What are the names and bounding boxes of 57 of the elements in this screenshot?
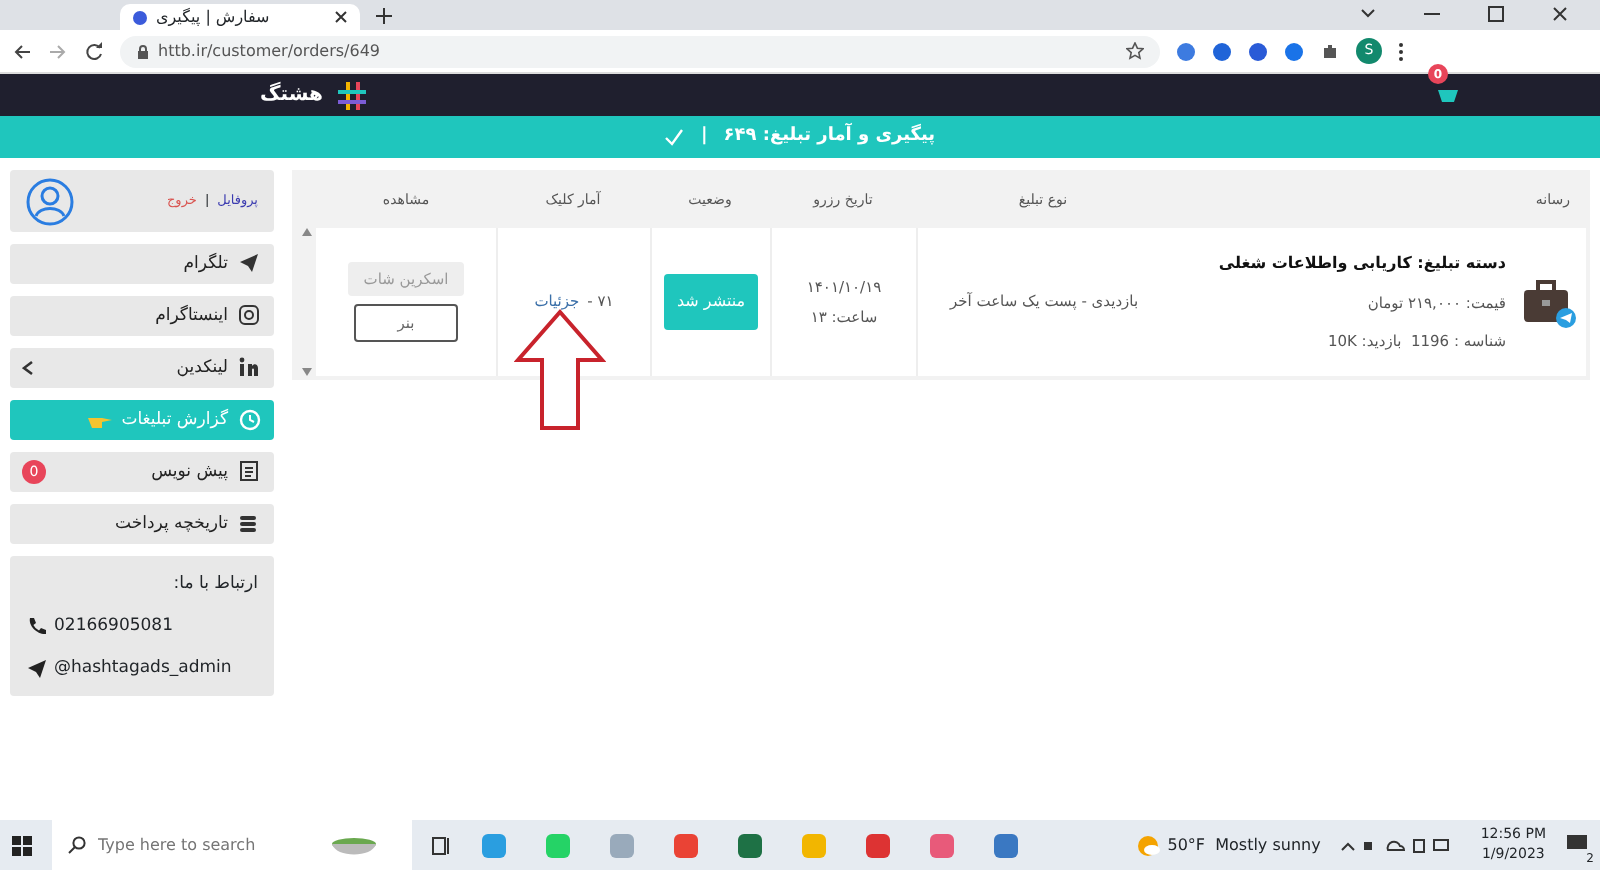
search-field[interactable]: Type here to search <box>98 833 318 857</box>
app-icon[interactable] <box>738 833 762 857</box>
taskbar-search-box[interactable]: Type here to search <box>52 820 412 870</box>
document-icon <box>238 460 262 484</box>
sidebar-item[interactable]: اینستاگرام <box>10 296 274 336</box>
pointing-hand-icon <box>87 412 112 428</box>
linkedin-icon <box>238 356 262 380</box>
hashtag-logo-icon <box>338 81 367 109</box>
task-view-icon[interactable] <box>432 835 452 855</box>
scrollbar[interactable] <box>296 228 316 376</box>
banner-title: پیگیری و آمار تبلیغ: ۶۴۹ <box>723 123 936 150</box>
minimize-icon[interactable] <box>1424 8 1440 20</box>
check-icon <box>664 128 685 146</box>
sun-cloud-icon <box>1135 833 1160 857</box>
phone-number: 02166905081 <box>54 613 173 639</box>
close-icon[interactable] <box>334 10 348 24</box>
browser-tab[interactable]: سفارش | پیگیری <box>120 4 360 30</box>
brand-name[interactable]: هشتگ <box>260 80 323 110</box>
sidebar-item[interactable]: لینکدین <box>10 348 274 388</box>
briefcase-icon <box>1522 280 1570 324</box>
reload-icon[interactable] <box>84 41 104 61</box>
send-icon <box>238 252 262 276</box>
app-icon[interactable] <box>994 833 1018 857</box>
app-icon[interactable] <box>674 833 698 857</box>
plus-icon[interactable] <box>376 8 392 24</box>
sidebar-item[interactable]: تاریخچه پرداخت <box>10 504 274 544</box>
star-icon[interactable] <box>1126 42 1144 60</box>
back-icon[interactable] <box>12 41 32 61</box>
instagram-icon <box>238 304 262 328</box>
basket-icon[interactable] <box>1436 84 1460 105</box>
scroll-up-icon <box>301 228 311 236</box>
ad-category: دسته تبلیغ: کاریابی واطلاعات شغلی <box>1218 251 1506 276</box>
contact-title: ارتباط با ما: <box>171 572 258 598</box>
close-icon[interactable] <box>1552 6 1568 22</box>
search-icon <box>68 836 86 854</box>
history-icon <box>238 408 262 432</box>
scroll-down-icon <box>301 368 311 376</box>
url-text: httb.ir/customer/orders/649 <box>158 39 381 63</box>
app-icon[interactable] <box>930 833 954 857</box>
maximize-icon[interactable] <box>1488 6 1504 22</box>
telegram-icon <box>1556 308 1576 328</box>
phone-icon <box>26 616 46 637</box>
coins-icon <box>238 512 262 536</box>
user-avatar-icon[interactable] <box>26 177 74 225</box>
lock-icon <box>136 43 150 59</box>
weather-text: 50°F Mostly sunny <box>1167 833 1321 857</box>
send-icon <box>26 657 46 678</box>
chevron-down-icon[interactable] <box>1360 8 1376 20</box>
tab-title: سفارش | پیگیری <box>156 5 270 29</box>
app-icon[interactable] <box>866 833 890 857</box>
chat-icon <box>1566 834 1588 855</box>
menu-icon[interactable] <box>1398 41 1404 61</box>
telegram-handle: @hashtagads_admin <box>54 655 232 681</box>
separator-text: | <box>700 123 708 150</box>
windows-start-icon[interactable] <box>12 835 32 855</box>
sidebar-item[interactable]: تلگرام <box>10 244 274 284</box>
address-bar[interactable]: httb.ir/customer/orders/649 <box>120 35 1160 67</box>
